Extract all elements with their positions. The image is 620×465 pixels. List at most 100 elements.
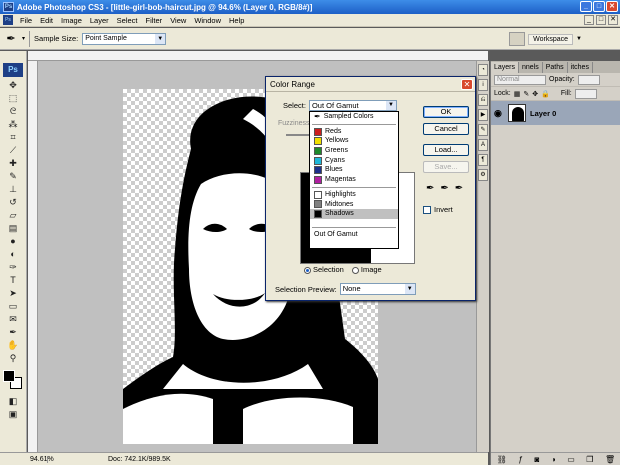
ok-button[interactable]: OK bbox=[423, 106, 469, 118]
doc-close-button[interactable]: ✕ bbox=[608, 15, 618, 25]
slice-tool-icon[interactable]: ⟋ bbox=[3, 144, 23, 157]
selection-radio[interactable]: Selection bbox=[304, 265, 344, 274]
type-tool-icon[interactable]: T bbox=[3, 274, 23, 287]
tool-presets-icon[interactable]: ⚙ bbox=[478, 169, 488, 181]
minimize-button[interactable]: _ bbox=[580, 1, 592, 12]
info-icon[interactable]: i bbox=[478, 79, 488, 91]
option-yellows[interactable]: Yellows bbox=[310, 136, 398, 146]
invert-checkbox[interactable]: Invert bbox=[423, 205, 453, 214]
option-reds[interactable]: Reds bbox=[310, 127, 398, 137]
layer-name[interactable]: Layer 0 bbox=[530, 109, 556, 118]
zoom-level[interactable]: 94.61% bbox=[0, 455, 54, 463]
doc-minimize-button[interactable]: _ bbox=[584, 15, 594, 25]
history-icon[interactable]: ⎌ bbox=[478, 94, 488, 106]
tab-swatches[interactable]: itches bbox=[568, 62, 593, 73]
blur-tool-icon[interactable]: ● bbox=[3, 235, 23, 248]
lock-transparency-icon[interactable]: ▦ bbox=[514, 90, 521, 98]
lock-all-icon[interactable]: 🔒 bbox=[541, 90, 550, 98]
character-icon[interactable]: A bbox=[478, 139, 488, 151]
eyedropper-plus-icon[interactable]: ✒ bbox=[440, 183, 448, 194]
gradient-tool-icon[interactable]: ▤ bbox=[3, 222, 23, 235]
pen-tool-icon[interactable]: ✑ bbox=[3, 261, 23, 274]
menu-filter[interactable]: Filter bbox=[142, 16, 167, 25]
new-group-icon[interactable]: ▭ bbox=[567, 455, 575, 464]
option-magentas[interactable]: Magentas bbox=[310, 175, 398, 185]
load-button[interactable]: Load... bbox=[423, 144, 469, 156]
blend-mode-select[interactable]: Normal bbox=[494, 74, 546, 85]
zoom-tool-icon[interactable]: ⚲ bbox=[3, 352, 23, 365]
sample-size-select[interactable]: Point Sample ▼ bbox=[82, 32, 167, 45]
menu-window[interactable]: Window bbox=[190, 16, 225, 25]
option-sampled-colors[interactable]: ✒ Sampled Colors bbox=[310, 112, 398, 122]
tab-layers[interactable]: Layers bbox=[491, 62, 520, 73]
palette-well-icon[interactable] bbox=[509, 32, 526, 46]
lasso-tool-icon[interactable]: ᘓ bbox=[3, 105, 23, 118]
menu-edit[interactable]: Edit bbox=[36, 16, 57, 25]
menu-layer[interactable]: Layer bbox=[86, 16, 113, 25]
menu-image[interactable]: Image bbox=[57, 16, 86, 25]
menu-select[interactable]: Select bbox=[113, 16, 142, 25]
lock-image-icon[interactable]: ✎ bbox=[523, 90, 529, 98]
option-greens[interactable]: Greens bbox=[310, 146, 398, 156]
tool-preset-arrow-icon[interactable]: ▾ bbox=[22, 35, 25, 42]
option-shadows[interactable]: Shadows bbox=[310, 209, 398, 219]
healing-brush-tool-icon[interactable]: ✚ bbox=[3, 157, 23, 170]
tab-channels[interactable]: nnels bbox=[519, 62, 543, 73]
add-mask-icon[interactable]: ◙ bbox=[534, 455, 539, 464]
crop-tool-icon[interactable]: ⌗ bbox=[3, 131, 23, 144]
tab-paths[interactable]: Paths bbox=[543, 62, 568, 73]
notes-tool-icon[interactable]: ✉ bbox=[3, 313, 23, 326]
cancel-button[interactable]: Cancel bbox=[423, 123, 469, 135]
fill-field[interactable] bbox=[574, 88, 597, 99]
adjustment-layer-icon[interactable]: ◑ bbox=[551, 455, 556, 464]
doc-restore-button[interactable]: □ bbox=[596, 15, 606, 25]
image-radio[interactable]: Image bbox=[351, 265, 382, 274]
paragraph-icon[interactable]: ¶ bbox=[478, 154, 488, 166]
layer-style-icon[interactable]: ƒ bbox=[518, 455, 522, 464]
option-blues[interactable]: Blues bbox=[310, 165, 398, 175]
screen-mode-icon[interactable]: ▣ bbox=[3, 408, 23, 421]
lock-position-icon[interactable]: ✥ bbox=[532, 90, 538, 98]
option-cyans[interactable]: Cyans bbox=[310, 156, 398, 166]
link-layers-icon[interactable]: ⛓ bbox=[497, 455, 507, 464]
shape-tool-icon[interactable]: ▭ bbox=[3, 300, 23, 313]
option-out-of-gamut[interactable]: Out Of Gamut bbox=[310, 230, 398, 240]
history-brush-tool-icon[interactable]: ↺ bbox=[3, 196, 23, 209]
select-dropdown[interactable]: Out Of Gamut ▼ bbox=[308, 100, 397, 111]
workspace-button[interactable]: Workspace bbox=[528, 33, 574, 45]
eyedropper-icon[interactable]: ✒ bbox=[426, 183, 434, 194]
clone-stamp-tool-icon[interactable]: ⊥ bbox=[3, 183, 23, 196]
eye-icon[interactable]: ◉ bbox=[494, 108, 504, 119]
eyedropper-icon[interactable]: ✒ bbox=[0, 32, 22, 45]
new-layer-icon[interactable]: ❐ bbox=[586, 455, 593, 464]
layer-row[interactable]: ◉ Layer 0 bbox=[491, 101, 620, 125]
move-tool-icon[interactable]: ✥ bbox=[3, 79, 23, 92]
brush-tool-icon[interactable]: ✎ bbox=[3, 170, 23, 183]
selection-preview-select[interactable]: None ▼ bbox=[339, 283, 416, 295]
menu-file[interactable]: File bbox=[16, 16, 36, 25]
dodge-tool-icon[interactable]: ◐ bbox=[3, 248, 23, 261]
close-button[interactable]: ✕ bbox=[606, 1, 618, 12]
option-midtones[interactable]: Midtones bbox=[310, 200, 398, 210]
checkbox-box[interactable] bbox=[423, 205, 431, 214]
hand-tool-icon[interactable]: ✋ bbox=[3, 339, 23, 352]
eyedropper-minus-icon[interactable]: ✒ bbox=[455, 183, 463, 194]
eraser-tool-icon[interactable]: ▱ bbox=[3, 209, 23, 222]
foreground-color-swatch[interactable] bbox=[3, 370, 15, 382]
option-highlights[interactable]: Highlights bbox=[310, 190, 398, 200]
path-selection-tool-icon[interactable]: ➤ bbox=[3, 287, 23, 300]
actions-icon[interactable]: ▶ bbox=[478, 109, 488, 121]
maximize-button[interactable]: □ bbox=[593, 1, 605, 12]
menu-view[interactable]: View bbox=[166, 16, 190, 25]
eyedropper-tool-icon[interactable]: ✒ bbox=[3, 326, 23, 339]
quick-mask-icon[interactable]: ◧ bbox=[3, 395, 23, 408]
magic-wand-tool-icon[interactable]: ⁂ bbox=[3, 118, 23, 131]
document-size-info[interactable]: Doc: 742.1K/989.5K bbox=[48, 456, 171, 463]
color-swatches[interactable] bbox=[2, 369, 24, 391]
brushes-icon[interactable]: ✎ bbox=[478, 124, 488, 136]
marquee-tool-icon[interactable]: ⬚ bbox=[3, 92, 23, 105]
dialog-close-button[interactable]: ✕ bbox=[461, 79, 473, 90]
trash-icon[interactable]: 🗑 bbox=[605, 455, 615, 464]
navigator-icon[interactable]: ◔ bbox=[478, 64, 488, 76]
menu-help[interactable]: Help bbox=[225, 16, 248, 25]
